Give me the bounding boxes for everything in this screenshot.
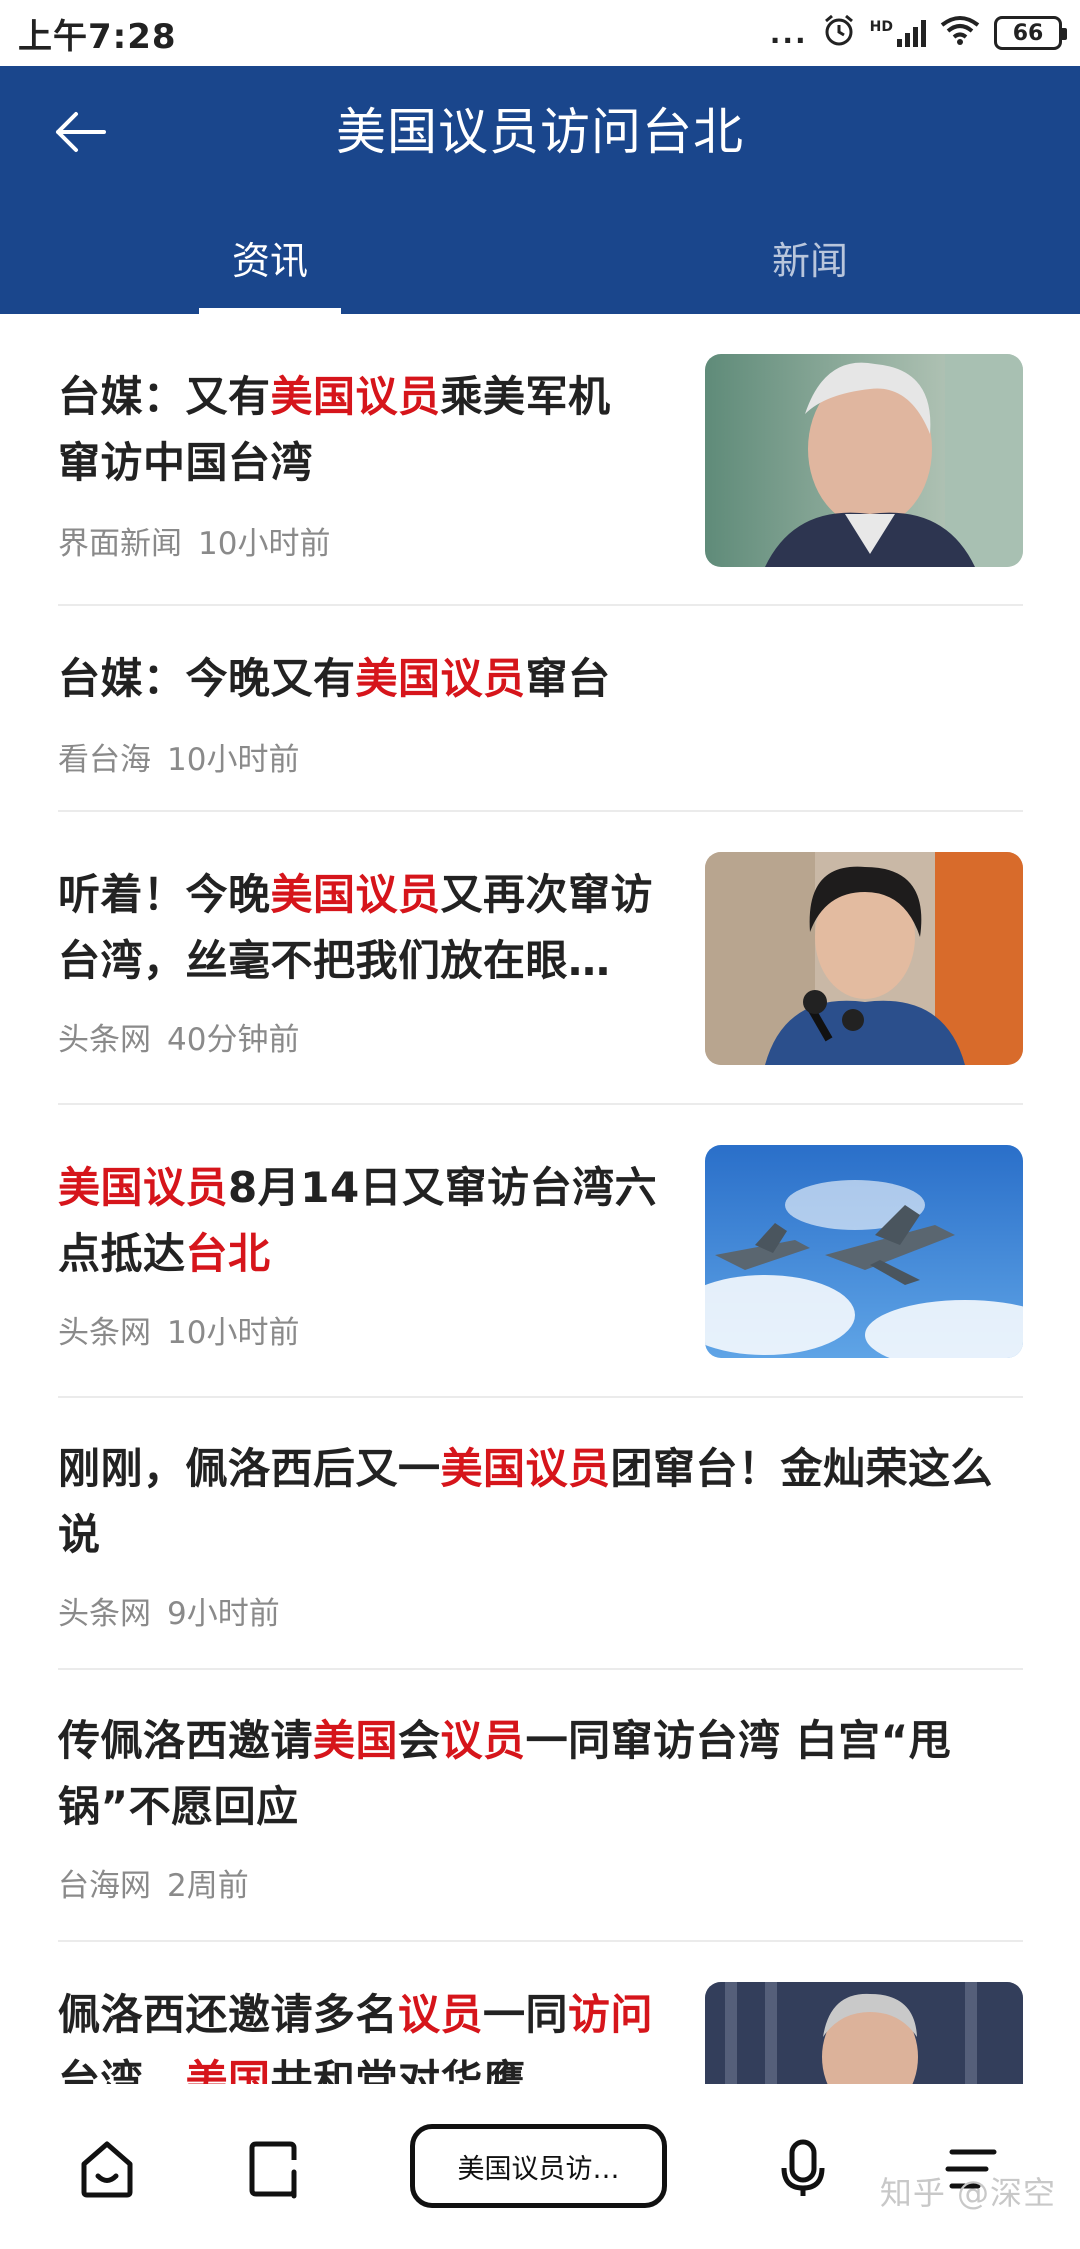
home-button[interactable]	[72, 2134, 142, 2204]
news-source: 看台海	[58, 742, 151, 778]
status-bar: 上午7:28 ... HD 66	[0, 0, 1080, 66]
title-text: 一同	[483, 1990, 569, 2039]
home-icon	[81, 2141, 133, 2198]
news-item[interactable]: 佩洛西还邀请多名议员一同访问台湾，美国共和党对华鹰	[58, 1942, 1023, 2084]
more-dots-icon: ...	[769, 16, 808, 50]
news-item[interactable]: 美国议员8月14日又窜访台湾六点抵达台北 头条网 10小时前	[58, 1105, 1023, 1398]
title-text: 窜台	[525, 654, 611, 703]
title-text: 台湾，	[58, 2056, 186, 2084]
tab-news[interactable]: 新闻	[540, 216, 1080, 314]
title-text: 佩洛西还邀请多名	[58, 1990, 399, 2039]
news-meta: 头条网 10小时前	[58, 1307, 299, 1352]
title-highlight: 美国议员	[58, 1163, 229, 1212]
news-time: 10小时前	[167, 742, 300, 778]
news-source: 头条网	[58, 1596, 151, 1632]
news-item[interactable]: 台媒：今晚又有美国议员窜台 看台海 10小时前	[58, 606, 1023, 812]
news-item[interactable]: 台媒：又有美国议员乘美军机窜访中国台湾 界面新闻 10小时前	[58, 314, 1023, 606]
news-title: 佩洛西还邀请多名议员一同访问台湾，美国共和党对华鹰	[58, 1982, 658, 2084]
title-text: 传佩洛西邀请	[58, 1716, 314, 1765]
news-meta: 界面新闻 10小时前	[58, 518, 330, 563]
title-highlight: 美国议员	[440, 1444, 611, 1493]
news-time: 10小时前	[167, 1315, 300, 1351]
news-source: 头条网	[58, 1022, 151, 1058]
title-highlight: 台北	[185, 1229, 271, 1278]
news-feed[interactable]: 台媒：又有美国议员乘美军机窜访中国台湾 界面新闻 10小时前 台媒：今晚又有美国议…	[58, 314, 1023, 2084]
news-title: 台媒：今晚又有美国议员窜台	[58, 646, 1023, 712]
tabs-icon	[249, 2141, 297, 2199]
status-icons: ... HD 66	[769, 13, 1067, 54]
bottom-toolbar: 美国议员访… 知乎 @深空	[0, 2084, 1080, 2249]
signal-icon: HD	[870, 19, 926, 47]
wifi-icon	[940, 15, 980, 52]
news-title: 听着！今晚美国议员又再次窜访台湾，丝毫不把我们放在眼…	[58, 862, 658, 994]
news-thumbnail	[705, 354, 1023, 567]
tab-info[interactable]: 资讯	[0, 216, 540, 314]
title-text: 台媒：又有	[58, 372, 271, 421]
tab-news-label: 新闻	[771, 239, 848, 283]
search-query-button[interactable]: 美国议员访…	[410, 2124, 667, 2208]
news-time: 40分钟前	[167, 1022, 300, 1058]
hd-label: HD	[869, 19, 893, 35]
page-title: 美国议员访问台北	[336, 103, 744, 161]
news-source: 台海网	[58, 1868, 151, 1904]
voice-button[interactable]	[768, 2134, 838, 2204]
news-title: 台媒：又有美国议员乘美军机窜访中国台湾	[58, 364, 648, 496]
title-highlight: 美国议员	[355, 654, 526, 703]
tabs-button[interactable]	[240, 2134, 310, 2204]
news-title: 美国议员8月14日又窜访台湾六点抵达台北	[58, 1155, 658, 1287]
news-item[interactable]: 传佩洛西邀请美国会议员一同窜访台湾 白宫“甩锅”不愿回应 台海网 2周前	[58, 1670, 1023, 1942]
news-meta: 头条网 9小时前	[58, 1588, 280, 1633]
news-title: 传佩洛西邀请美国会议员一同窜访台湾 白宫“甩锅”不愿回应	[58, 1708, 1023, 1840]
news-title: 刚刚，佩洛西后又一美国议员团窜台！金灿荣这么说	[58, 1436, 1023, 1568]
title-highlight: 美国	[185, 2056, 271, 2084]
title-text: 刚刚，佩洛西后又一	[58, 1444, 441, 1493]
title-highlight: 美国议员	[270, 372, 441, 421]
tab-bar: 资讯 新闻	[0, 216, 1080, 314]
news-item[interactable]: 听着！今晚美国议员又再次窜访台湾，丝毫不把我们放在眼… 头条网 40分钟前	[58, 812, 1023, 1105]
microphone-icon	[781, 2139, 825, 2196]
news-time: 2周前	[167, 1868, 249, 1904]
news-thumbnail	[705, 852, 1023, 1065]
title-highlight: 美国议员	[270, 870, 441, 919]
title-highlight: 议员	[398, 1990, 484, 2039]
news-thumbnail	[705, 1145, 1023, 1358]
app-header: 美国议员访问台北 资讯 新闻	[0, 66, 1080, 314]
title-highlight: 议员	[440, 1716, 526, 1765]
title-text: 会	[398, 1716, 441, 1765]
news-thumbnail	[705, 1982, 1023, 2084]
news-source: 头条网	[58, 1315, 151, 1351]
watermark: 知乎 @深空	[879, 2174, 1056, 2212]
title-highlight: 访问	[568, 1990, 654, 2039]
title-text: 台媒：今晚又有	[58, 654, 356, 703]
status-time: 上午7:28	[18, 16, 177, 57]
title-text: 听着！今晚	[58, 870, 271, 919]
news-meta: 台海网 2周前	[58, 1860, 249, 1905]
title-text: 共和党对华鹰	[270, 2056, 526, 2084]
news-time: 10小时前	[198, 526, 331, 562]
news-meta: 看台海 10小时前	[58, 734, 299, 779]
battery-icon: 66	[994, 16, 1067, 50]
news-meta: 头条网 40分钟前	[58, 1014, 299, 1059]
news-item[interactable]: 刚刚，佩洛西后又一美国议员团窜台！金灿荣这么说 头条网 9小时前	[58, 1398, 1023, 1670]
news-source: 界面新闻	[58, 526, 182, 562]
news-time: 9小时前	[167, 1596, 280, 1632]
alarm-icon	[822, 13, 856, 54]
title-highlight: 美国	[313, 1716, 399, 1765]
tab-info-label: 资讯	[231, 239, 308, 283]
